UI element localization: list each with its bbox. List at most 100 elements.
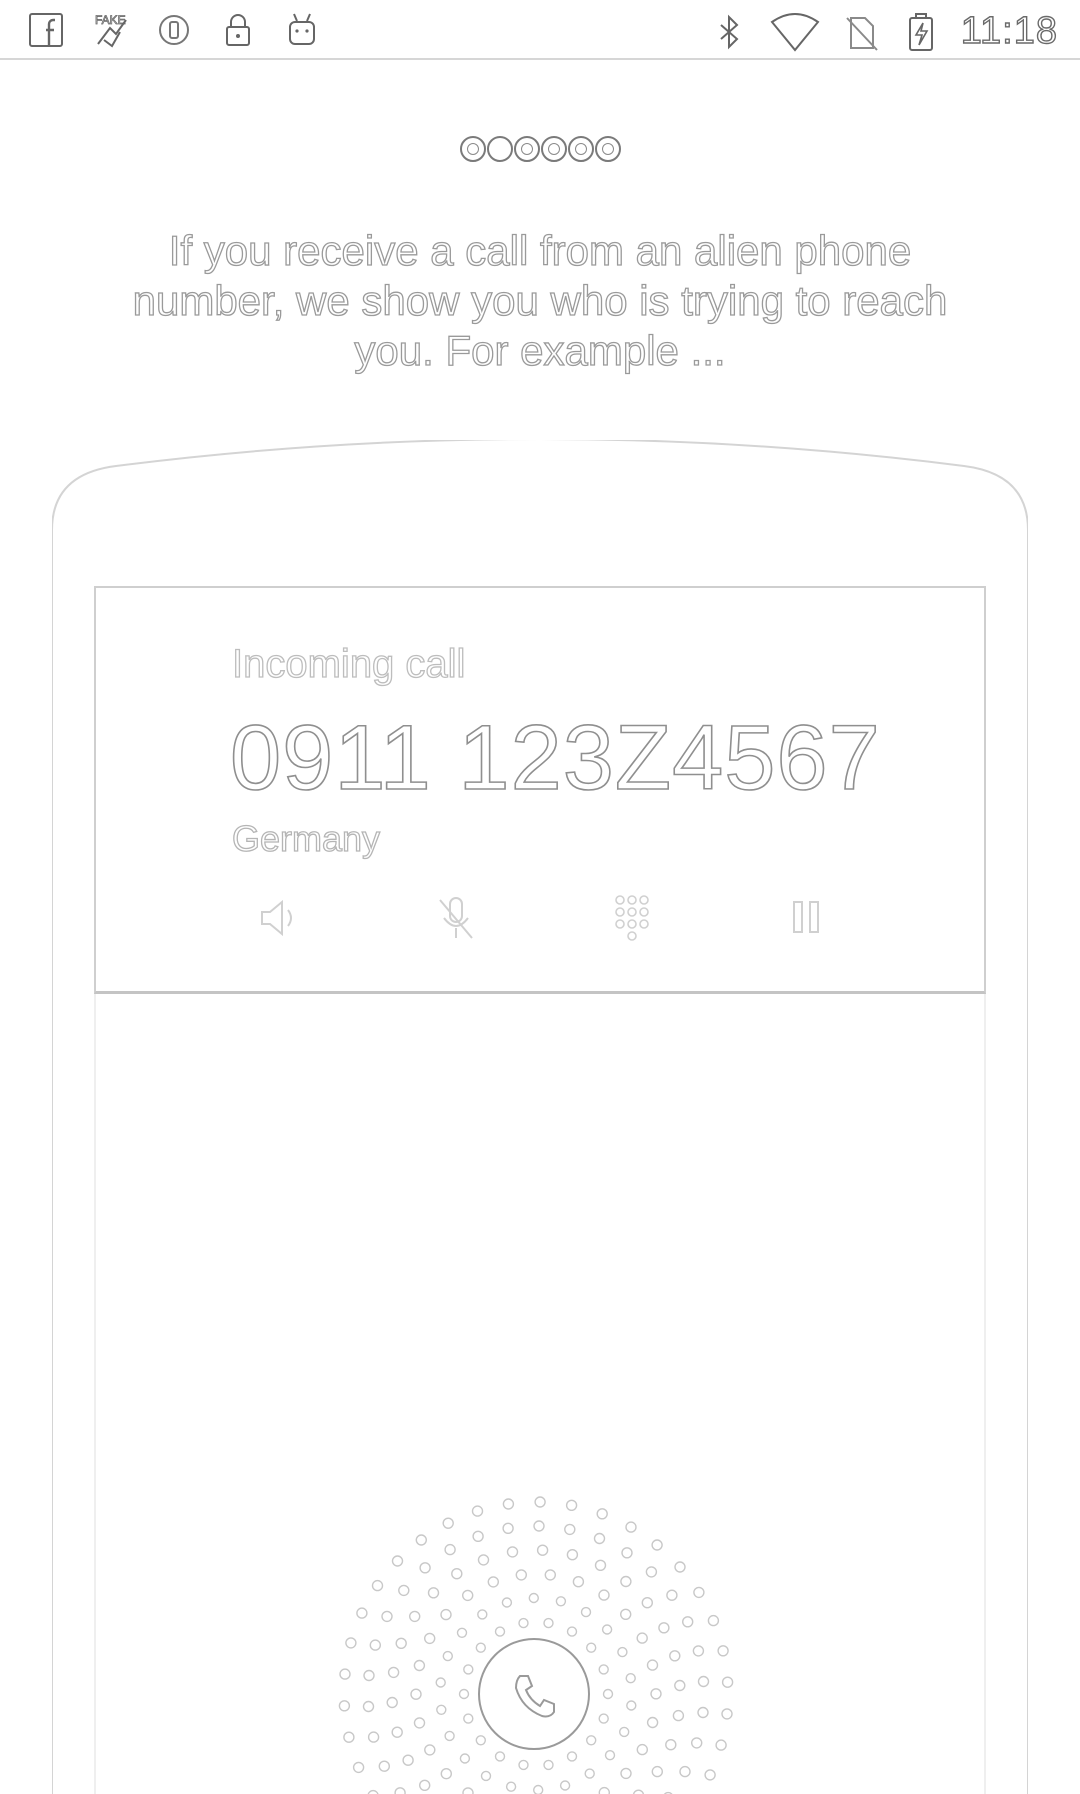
ripple-dot [543,1759,554,1771]
ripple-dot [596,1508,608,1520]
clock: 11:18 [960,9,1058,52]
ripple-dot [475,1735,487,1746]
ripple-dot [367,1731,380,1743]
phone-illustration: Incoming call 0911 123Z4567 Germany [52,440,1028,1794]
ripple-dot [646,1659,659,1671]
ripple-dot [704,1769,716,1781]
wifi-icon [770,12,820,52]
ripple-dot [423,1632,436,1645]
incoming-call-card: Incoming call 0911 123Z4567 Germany [94,586,986,994]
ripple-dot [518,1617,529,1629]
ripple-dot [692,1645,705,1657]
ripple-dot [402,1754,414,1766]
ripple-dot [494,1626,506,1637]
ripple-dot [458,1688,470,1700]
ripple-dot [617,1646,628,1658]
ripple-dot [444,1543,456,1556]
ripple-dot [363,1669,375,1682]
ripple-dot [620,1608,632,1621]
lock-icon [226,14,250,46]
ripple-dot [440,1768,453,1780]
ripple-dot [461,1589,474,1602]
ripple-dot [620,1575,632,1588]
ripple-dot [418,1779,431,1791]
ripple-dot [477,1609,488,1620]
ripple-dot [356,1607,368,1619]
ripple-dot [669,1650,681,1662]
ripple-dot [413,1717,426,1729]
ripple-dot [533,1784,544,1794]
ripple-dot [424,1744,436,1756]
ripple-dot [555,1596,567,1607]
ripple-dot [398,1584,410,1597]
ripple-dot [462,1787,474,1794]
bluetooth-icon [720,14,739,49]
ripple-dot [413,1659,426,1672]
ripple-dot [598,1713,609,1724]
ripple-dot [440,1608,452,1621]
ripple-dot [371,1579,384,1592]
ripple-dot [682,1616,694,1628]
ripple-dot [471,1505,484,1517]
ripple-dot [626,1700,637,1711]
ripple-dot [343,1731,355,1743]
ripple-dot [362,1700,375,1713]
ripple-dot [598,1786,610,1794]
page-dot [513,136,540,162]
ripple-dot [502,1522,514,1534]
ripple-dot [378,1760,390,1772]
answer-call-button[interactable] [478,1638,590,1750]
ripple-dot [463,1713,474,1724]
system-status: 11:18 [709,9,1058,53]
ripple-dot [410,1688,422,1700]
page-dot [540,136,567,162]
ripple-dot [620,1767,632,1780]
page-indicator [0,136,1080,162]
ripple-dot [394,1787,406,1794]
dialpad-icon [615,895,649,941]
ripple-dot [435,1677,446,1688]
ripple-dot [601,1624,613,1635]
ripple-dot [674,1561,686,1573]
sync-icon [159,15,189,45]
ripple-dot [566,1751,578,1762]
ripple-dot [408,1610,421,1623]
ripple-dot [586,1735,597,1746]
ripple-dot [436,1704,447,1716]
ripple-dot [566,1626,578,1637]
ripple-dot [707,1614,720,1627]
ripple-dot [650,1688,662,1700]
ripple-dot [477,1554,490,1566]
facebook-icon [29,13,63,47]
ripple-dot [456,1627,468,1639]
ripple-dot [674,1679,686,1692]
ripple-dot [369,1639,381,1651]
ripple-dot [636,1632,648,1644]
ripple-dot [651,1765,663,1778]
ripple-dot [442,1517,454,1529]
ripple-dot [665,1738,677,1751]
svg-text:FAKE: FAKE [95,13,126,27]
ripple-dot [352,1761,365,1774]
ripple-dot [391,1555,404,1567]
ripple-dot [419,1562,431,1574]
ripple-dot [619,1726,630,1738]
ripple-dot [442,1650,454,1662]
ripple-dot [691,1737,703,1749]
ripple-dot [598,1664,609,1675]
hold-icon [793,901,819,933]
ripple-dot [586,1642,597,1653]
ripple-dot [693,1586,705,1599]
ripple-dot [536,1544,549,1556]
page-dot [567,136,594,162]
ripple-dot [564,1523,576,1536]
ripple-dot [632,1789,645,1794]
fake-gps-icon: FAKE [95,13,127,48]
android-icon [289,13,315,45]
ripple-dot [651,1539,663,1551]
ripple-dot [502,1498,515,1510]
ripple-dot [367,1789,379,1794]
ripple-dot [715,1739,727,1751]
ripple-dot [480,1770,492,1782]
ripple-dot [459,1753,471,1764]
